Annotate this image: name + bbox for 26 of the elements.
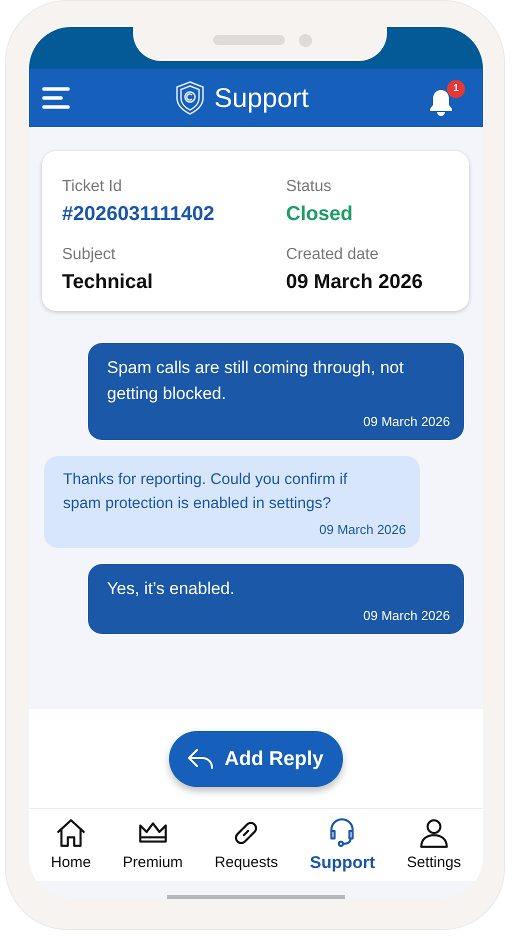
nav-tab[interactable]: Premium xyxy=(122,816,183,874)
message-text: Thanks for reporting. Could you confirm if spam protection is enabled in settings? xyxy=(63,470,348,514)
message-date: 09 March 2026 xyxy=(362,607,450,626)
field-label: Ticket Id xyxy=(62,177,123,197)
menu-button[interactable] xyxy=(41,85,71,111)
field-value: Technical xyxy=(62,270,154,295)
nav-tab[interactable]: Home xyxy=(50,816,91,874)
field-label: Status xyxy=(286,177,332,197)
message-text: Yes, it’s enabled. xyxy=(107,578,236,600)
field-label: Subject xyxy=(62,245,116,265)
nav-tab[interactable]: Support xyxy=(310,814,376,876)
message-date: 09 March 2026 xyxy=(362,412,450,431)
notification-button[interactable]: 1 xyxy=(426,80,465,116)
add-reply-button[interactable]: Add Reply xyxy=(168,730,344,786)
nav-tab[interactable]: Requests xyxy=(214,816,278,874)
shield-logo-icon xyxy=(174,80,206,116)
page-title: Support xyxy=(214,82,309,115)
field-label: Created date xyxy=(286,245,380,265)
message-date: 09 March 2026 xyxy=(318,520,406,539)
field-value: Closed xyxy=(286,202,354,227)
notification-badge: 1 xyxy=(447,80,465,98)
message-text: Spam calls are still coming through, not getting blocked. xyxy=(107,357,405,406)
field-value: #2026031111402 xyxy=(62,202,216,227)
reply-icon xyxy=(186,748,215,770)
field-value: 09 March 2026 xyxy=(286,270,424,295)
nav-tab[interactable]: Settings xyxy=(406,816,462,874)
